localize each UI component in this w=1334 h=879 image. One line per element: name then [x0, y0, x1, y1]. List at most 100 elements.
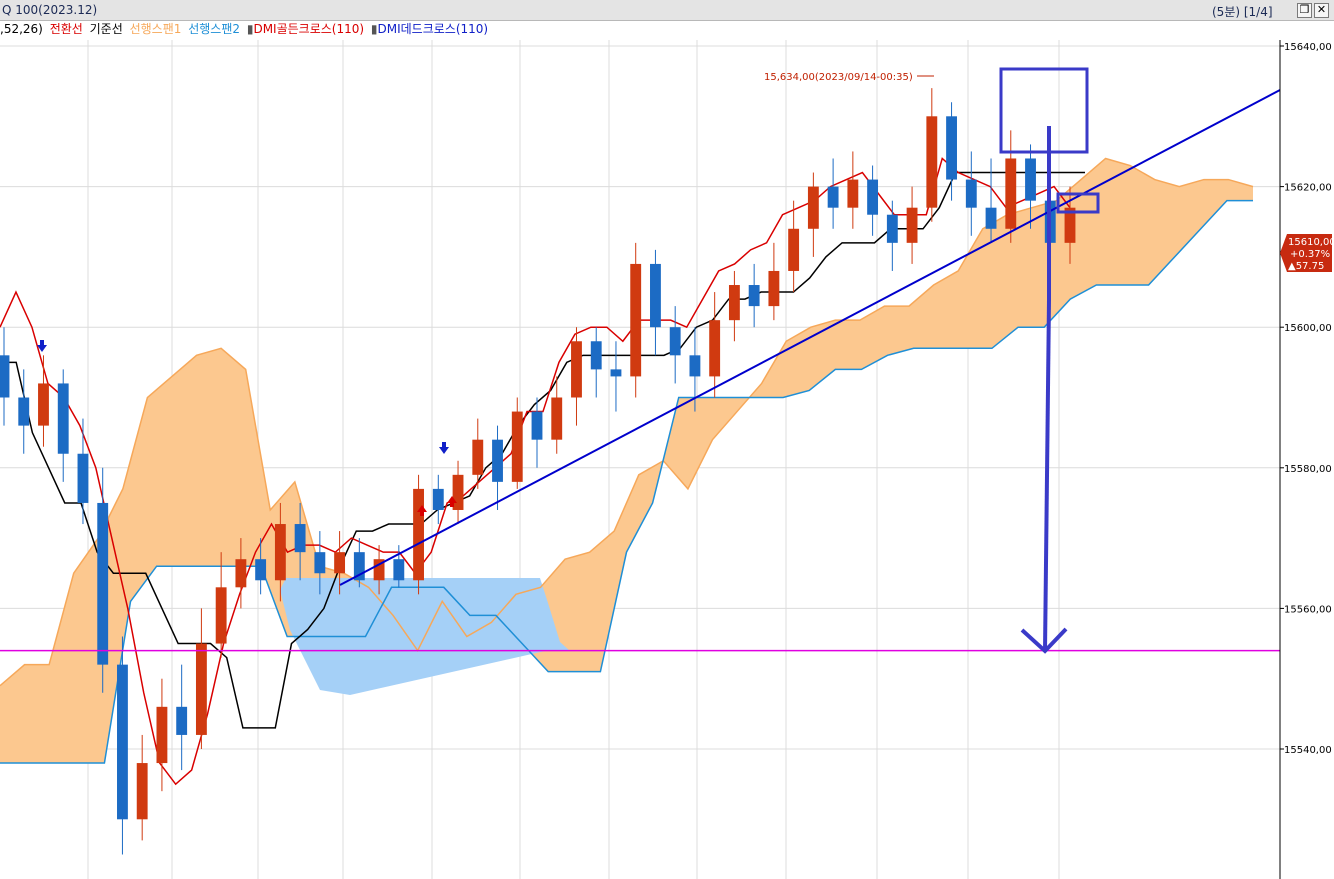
candle-body — [136, 763, 148, 820]
candle-body — [886, 214, 898, 243]
candle-body — [97, 502, 109, 665]
candle-body — [294, 524, 306, 553]
y-tick-label: 15580,00 — [1284, 464, 1332, 475]
candle-body — [689, 355, 701, 377]
candle-body — [413, 488, 424, 581]
candle-body — [255, 559, 267, 581]
candle-body — [985, 207, 997, 229]
candle — [788, 200, 800, 293]
high-price-label: 15,634,00(2023/09/14-00:35) — [764, 72, 913, 83]
candle-body — [393, 559, 405, 581]
candle — [452, 460, 464, 525]
last-price: 15610,00 — [1288, 237, 1334, 248]
candle-body — [1005, 158, 1017, 229]
user-drawings — [999, 67, 1100, 654]
candle-body — [590, 341, 602, 370]
candle-body — [511, 411, 523, 482]
candle-body — [571, 341, 582, 398]
candle — [807, 172, 819, 257]
trendline — [339, 89, 1281, 586]
candle-body — [906, 207, 918, 243]
candle-body — [946, 116, 957, 180]
candle — [176, 664, 188, 771]
drawing-box-large — [999, 67, 1089, 154]
candle — [571, 327, 582, 426]
candle — [650, 249, 661, 356]
y-tick-label: 15600,00 — [1284, 323, 1332, 334]
candle — [926, 88, 938, 222]
candle-body — [610, 369, 622, 377]
candle-body — [531, 411, 543, 440]
candle-body — [847, 179, 859, 208]
golden-cross-arrow-stem — [420, 511, 424, 516]
y-tick-label: 15640,00 — [1284, 42, 1332, 53]
candle — [136, 734, 148, 841]
candle-body — [867, 179, 879, 215]
candle — [77, 418, 89, 525]
candle-body — [768, 270, 780, 307]
candle — [215, 552, 227, 658]
candle — [413, 474, 424, 595]
candle-body — [650, 263, 661, 328]
candle — [965, 151, 977, 236]
y-tick-label: 15560,00 — [1284, 604, 1332, 615]
price-chart[interactable]: 15,634,00(2023/09/14-00:35) 15640,00 1562… — [0, 0, 1334, 879]
last-price-badge: 15610,00 +0.37% ▲57.75 — [1280, 234, 1334, 272]
candle — [472, 418, 484, 489]
candle — [768, 242, 780, 321]
candle — [18, 369, 30, 454]
candle-body — [728, 285, 740, 321]
candle — [728, 270, 740, 342]
dead-cross-arrow — [439, 447, 449, 454]
price-axis: 15640,00 15620,00 15600,00 15580,00 15560,00… — [1279, 40, 1332, 879]
candle-body — [77, 453, 89, 503]
candle-body — [18, 397, 30, 426]
candle-body — [1025, 158, 1036, 201]
candle-body — [926, 116, 938, 208]
candle — [38, 355, 49, 447]
ichimoku-cloud — [0, 157, 1254, 764]
candle — [353, 538, 365, 588]
cloud-area — [0, 158, 1253, 764]
candle-body — [176, 706, 188, 735]
candle-body — [709, 320, 721, 377]
candle-body — [748, 285, 760, 307]
candle-body — [57, 383, 69, 454]
candle-body — [0, 355, 10, 398]
candle — [117, 636, 128, 855]
candle-body — [314, 552, 326, 574]
drawing-arrow-shaft — [1043, 299, 1051, 652]
candle-body — [195, 643, 207, 735]
candle-body — [452, 474, 464, 510]
candle-body — [274, 524, 286, 581]
candle — [886, 200, 898, 271]
candle — [709, 292, 721, 398]
candle-body — [669, 327, 681, 356]
dead-cross-arrow-stem — [40, 340, 44, 346]
candle-body — [334, 552, 346, 574]
candle-body — [432, 488, 444, 510]
candle — [610, 341, 622, 412]
y-tick-label: 15540,00 — [1284, 745, 1332, 756]
candle — [867, 165, 879, 236]
candle — [551, 376, 563, 454]
candle — [97, 467, 109, 693]
candle-body — [788, 228, 800, 271]
last-change-pct: +0.37% — [1290, 249, 1330, 260]
candle — [827, 158, 839, 229]
candle-body — [472, 439, 484, 475]
candle — [630, 242, 642, 398]
candle — [57, 369, 69, 482]
golden-cross-arrow-stem — [450, 502, 454, 507]
candle — [847, 151, 859, 229]
candle-body — [827, 186, 839, 208]
candle — [669, 306, 681, 384]
candle — [946, 102, 957, 201]
candle-body — [807, 186, 819, 229]
candle-body — [235, 559, 247, 588]
candle-body — [38, 383, 49, 426]
candle — [748, 263, 760, 328]
candle — [195, 608, 207, 749]
candle-body — [551, 397, 563, 440]
candle — [492, 425, 503, 510]
